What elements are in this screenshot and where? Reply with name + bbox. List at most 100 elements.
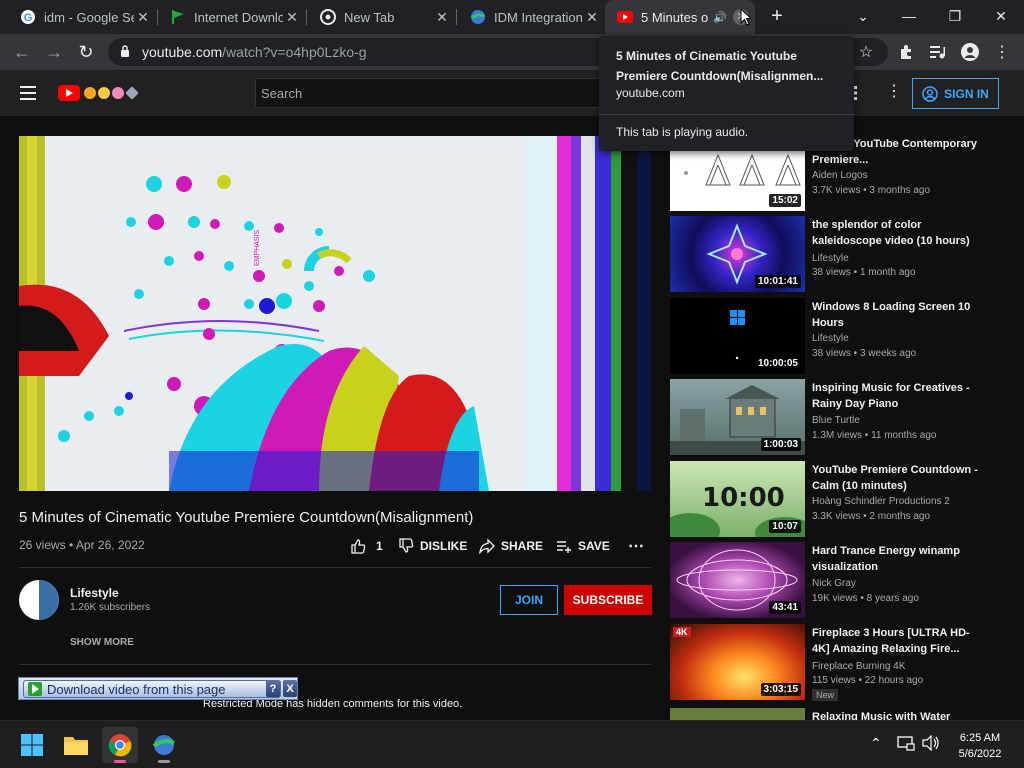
video-duration: 10:00:05	[754, 357, 801, 370]
browser-toolbar: ← → ↻ youtube.com/watch?v=o4hp0Lzko-g ☆ …	[0, 34, 1024, 70]
channel-avatar[interactable]	[19, 580, 59, 620]
sidebar-video-item[interactable]: Relaxing Music with Water	[670, 708, 990, 720]
network-icon[interactable]	[897, 735, 915, 754]
idm-close-button[interactable]: X	[283, 680, 297, 697]
tab-hover-card: 5 Minutes of Cinematic Youtube Premiere …	[599, 36, 854, 151]
tab-idm-integration[interactable]: IDM Integration ✕	[450, 0, 607, 34]
settings-menu-icon[interactable]: ⋮	[886, 84, 902, 100]
video-views-date: 26 views • Apr 26, 2022	[19, 538, 145, 552]
chrome-icon	[108, 734, 132, 757]
clock-time: 6:25 AM	[959, 732, 1001, 744]
video-duration: 1:00:03	[760, 438, 801, 451]
menu-icon[interactable]	[20, 86, 36, 100]
doodle-icon	[98, 87, 110, 99]
sidebar-video-item[interactable]: 10:00:05 Windows 8 Loading Screen 10 Hou…	[670, 298, 990, 374]
sidebar-video-item[interactable]: 43:41 Hard Trance Energy winamp visualiz…	[670, 542, 990, 618]
join-button[interactable]: JOIN	[500, 585, 558, 615]
save-label: SAVE	[578, 539, 610, 553]
extensions-icon[interactable]	[896, 42, 916, 62]
close-tab-icon[interactable]: ✕	[583, 9, 601, 26]
tab-title: Internet Downlo	[194, 9, 283, 25]
sidebar-channel-name: Nick Gray	[812, 578, 856, 589]
tab-google-search[interactable]: G idm - Google Se ✕	[0, 0, 158, 34]
profile-avatar-icon[interactable]	[960, 42, 980, 62]
tab-new-tab[interactable]: New Tab ✕	[300, 0, 457, 34]
divider	[19, 664, 651, 665]
video-thumbnail: 10:00 10:07	[670, 461, 805, 537]
close-window-button[interactable]: ✕	[978, 0, 1024, 32]
sidebar-views-age: 19K views • 8 years ago	[812, 593, 919, 604]
video-player[interactable]: EMPHASIS	[19, 136, 651, 491]
tab-search-icon[interactable]: ⌄	[840, 0, 886, 32]
video-frame-image: EMPHASIS	[19, 136, 651, 491]
start-button[interactable]	[14, 727, 50, 763]
dislike-button[interactable]: DISLIKE	[398, 536, 467, 556]
account-icon	[922, 85, 938, 102]
new-tab-button[interactable]: +	[767, 6, 787, 26]
media-control-icon[interactable]	[928, 42, 948, 62]
url-path: /watch?v=o4hp0Lzko-g	[222, 44, 367, 60]
chrome-icon	[320, 9, 336, 25]
system-clock[interactable]: 6:25 AM 5/6/2022	[948, 730, 1012, 762]
doodle-icon	[84, 87, 96, 99]
sidebar-video-title: Hard Trance Energy winamp visualization	[812, 545, 960, 573]
reload-button[interactable]: ↻	[74, 40, 98, 64]
volume-icon[interactable]	[922, 734, 940, 754]
youtube-logo-icon[interactable]	[58, 85, 80, 101]
svg-text:G: G	[24, 12, 33, 24]
sidebar-channel-name: Lifestyle	[812, 333, 849, 344]
more-actions-icon[interactable]: ⋯	[628, 536, 644, 556]
video-thumbnail: 1:00:03	[670, 379, 805, 455]
subscribe-button[interactable]: SUBSCRIBE	[564, 585, 652, 615]
video-duration: 10:01:41	[754, 275, 801, 288]
sidebar-video-title: Windows 8 Loading Screen 10 Hours	[812, 301, 971, 329]
idm-help-button[interactable]: ?	[266, 680, 280, 697]
chrome-taskbar-button[interactable]	[102, 727, 138, 763]
restore-button[interactable]: ❐	[932, 0, 978, 32]
tab-internet-download[interactable]: Internet Downlo ✕	[150, 0, 307, 34]
show-hidden-icons[interactable]: ⌃	[870, 735, 882, 752]
sidebar-video-item[interactable]: 4K 3:03:15 Fireplace 3 Hours [ULTRA HD-4…	[670, 624, 990, 701]
mouse-cursor-icon	[740, 8, 752, 26]
sidebar-video-item[interactable]: 10:00 10:07 YouTube Premiere Countdown -…	[670, 461, 990, 537]
sidebar-video-title: the splendor of color kaleidoscope video…	[812, 219, 970, 247]
browser-menu-icon[interactable]: ⋮	[992, 42, 1012, 62]
like-count: 1	[376, 539, 383, 553]
channel-name[interactable]: Lifestyle	[70, 586, 119, 600]
tab-youtube-active[interactable]: 5 Minutes o 🔊 ✕	[605, 0, 755, 34]
sign-in-label: SIGN IN	[944, 86, 989, 101]
minimize-button[interactable]: —	[886, 0, 932, 32]
sidebar-video-item[interactable]: 10:01:41 the splendor of color kaleidosc…	[670, 216, 990, 292]
tab-title: 5 Minutes o	[641, 9, 709, 25]
sign-in-button[interactable]: SIGN IN	[912, 78, 999, 109]
share-button[interactable]: SHARE	[479, 536, 543, 556]
sidebar-channel-name: Lifestyle	[812, 253, 849, 264]
save-button[interactable]: SAVE	[556, 536, 610, 556]
show-more-button[interactable]: SHOW MORE	[70, 637, 134, 648]
close-tab-icon[interactable]: ✕	[283, 9, 301, 26]
like-button[interactable]: 1	[350, 536, 383, 556]
folder-icon	[64, 737, 88, 755]
playlist-add-icon	[557, 541, 571, 553]
4k-badge: 4K	[673, 627, 691, 637]
dislike-label: DISLIKE	[420, 539, 468, 553]
sidebar-video-title: Fireplace 3 Hours [ULTRA HD-4K] Amazing …	[812, 627, 970, 655]
close-tab-icon[interactable]: ✕	[433, 9, 451, 26]
speaker-icon[interactable]: 🔊	[713, 11, 729, 24]
thumbs-down-icon	[399, 538, 414, 553]
sidebar-channel-name: Blue Turtle	[812, 415, 860, 426]
video-duration: 15:02	[769, 194, 801, 207]
sidebar-video-title: YouTube Premiere Countdown - Calm (10 mi…	[812, 464, 978, 492]
sidebar-views-age: 115 views • 22 hours ago	[812, 675, 924, 686]
flag-icon	[170, 9, 186, 25]
forward-button[interactable]: →	[42, 40, 66, 64]
back-button[interactable]: ←	[10, 40, 34, 64]
bookmark-star-icon[interactable]: ☆	[856, 42, 876, 62]
idm-globe-icon	[152, 735, 175, 755]
sidebar-video-title: Inspiring Music for Creatives - Rainy Da…	[812, 382, 970, 410]
idm-taskbar-button[interactable]	[146, 727, 182, 763]
tab-title: IDM Integration	[494, 9, 583, 25]
sidebar-video-item[interactable]: 1:00:03 Inspiring Music for Creatives - …	[670, 379, 990, 455]
idm-download-button[interactable]: Download video from this page	[23, 680, 281, 698]
file-explorer-button[interactable]	[58, 727, 94, 763]
